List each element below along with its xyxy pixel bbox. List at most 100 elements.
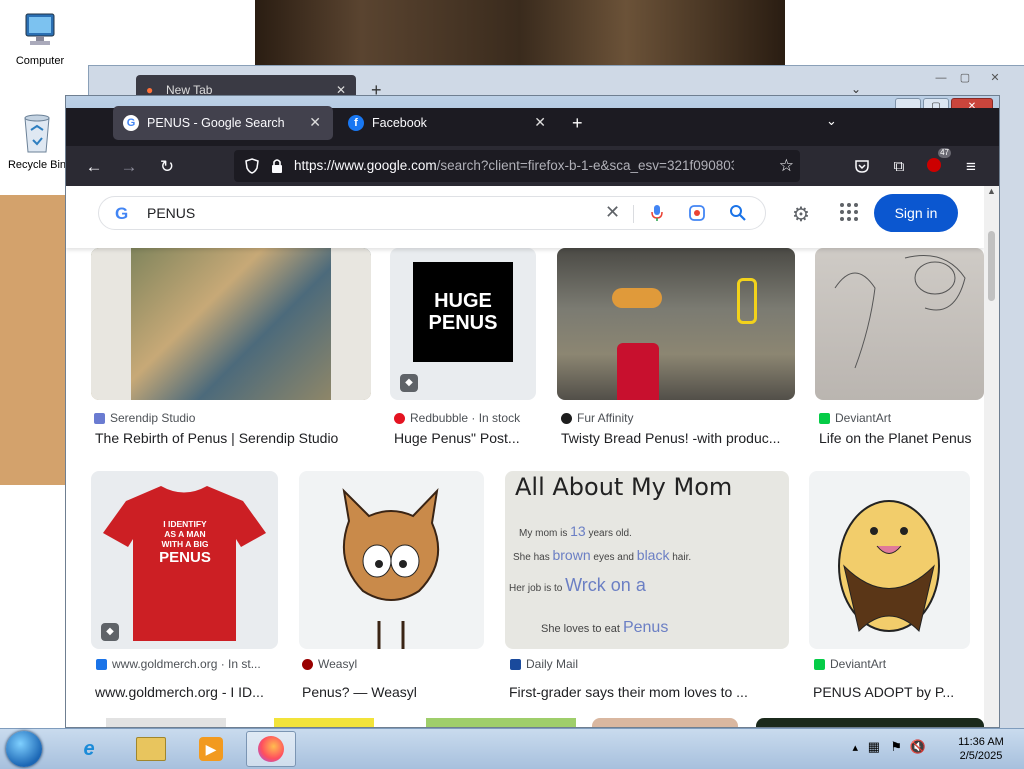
result-title[interactable]: Life on the Planet Penus	[819, 430, 984, 446]
result-thumbnail[interactable]	[815, 248, 984, 400]
result-title[interactable]: PENUS ADOPT by P...	[813, 684, 978, 700]
image-result-partial[interactable]	[106, 718, 226, 727]
result-thumbnail[interactable]	[91, 248, 371, 400]
desktop-icon-recycle-bin[interactable]: Recycle Bin	[2, 110, 72, 171]
result-thumbnail[interactable]: HUGE PENUS ◆	[390, 248, 536, 400]
result-title[interactable]: First-grader says their mom loves to ...	[509, 684, 789, 700]
clear-search-icon[interactable]: ✕	[605, 202, 620, 223]
clock[interactable]: 11:36 AM 2/5/2025	[946, 735, 1016, 763]
firefox-taskbar-icon[interactable]	[246, 731, 296, 767]
network-icon[interactable]: ▦	[868, 739, 880, 755]
divider	[633, 205, 634, 223]
result-thumbnail[interactable]	[809, 471, 970, 649]
url-bar[interactable]: https://www.google.com/search?client=fir…	[234, 150, 800, 182]
facebook-favicon: f	[348, 115, 364, 131]
tab-google-search[interactable]: G PENUS - Google Search ✕	[113, 106, 333, 140]
chevron-down-icon[interactable]: ⌄	[826, 113, 837, 129]
bookmark-star-icon[interactable]: ☆	[779, 150, 794, 182]
search-input[interactable]: PENUS	[147, 205, 195, 221]
lock-icon[interactable]	[270, 158, 284, 174]
result-thumbnail[interactable]	[299, 471, 484, 649]
google-g-icon: G	[115, 204, 129, 223]
forward-arrow-icon[interactable]: →	[118, 156, 140, 178]
image-result[interactable]: All About My Mom My mom is 13 years old.…	[505, 471, 791, 671]
thumb-text: PENUS	[159, 549, 211, 566]
result-title[interactable]: Huge Penus" Post...	[394, 430, 540, 446]
desktop-icon-computer[interactable]: Computer	[5, 8, 75, 67]
result-title[interactable]: www.goldmerch.org - I ID...	[95, 684, 275, 700]
shield-icon[interactable]	[244, 158, 260, 174]
internet-explorer-icon[interactable]: e	[64, 731, 114, 767]
show-hidden-icons-icon[interactable]: ▴	[852, 741, 858, 754]
maximize-button[interactable]: ▢	[953, 70, 977, 86]
microphone-icon[interactable]	[651, 204, 663, 222]
search-icon[interactable]	[729, 204, 747, 222]
recycle-bin-icon	[24, 114, 50, 153]
menu-hamburger-icon[interactable]: ≡	[960, 156, 982, 178]
start-button[interactable]	[6, 731, 42, 767]
thumb-text: black	[636, 547, 670, 563]
result-source[interactable]: Weasyl	[302, 657, 357, 671]
extension-icon[interactable]: 47	[923, 148, 951, 178]
result-source[interactable]: Serendip Studio	[94, 411, 195, 425]
image-result[interactable]: HUGE PENUS ◆ Redbubble · In stock Huge P…	[390, 248, 540, 446]
new-tab-plus-icon[interactable]: +	[572, 113, 583, 134]
image-result-partial[interactable]	[756, 718, 984, 727]
image-result[interactable]: DeviantArt Life on the Planet Penus	[815, 248, 984, 446]
sign-in-button[interactable]: Sign in	[874, 194, 958, 232]
search-box[interactable]: G PENUS ✕	[98, 196, 766, 230]
result-source[interactable]: www.goldmerch.org · In st...	[96, 657, 276, 671]
result-thumbnail[interactable]: All About My Mom My mom is 13 years old.…	[505, 471, 789, 649]
source-name: Serendip Studio	[110, 411, 196, 425]
result-title[interactable]: The Rebirth of Penus | Serendip Studio	[95, 430, 370, 446]
close-tab-icon[interactable]: ✕	[309, 114, 321, 131]
extensions-puzzle-icon[interactable]: ⧉	[888, 156, 910, 178]
result-source[interactable]: DeviantArt	[819, 411, 891, 425]
reload-icon[interactable]: ↻	[156, 156, 178, 178]
tab-title: Facebook	[372, 116, 427, 130]
image-result-partial[interactable]	[274, 718, 374, 727]
image-result-partial[interactable]	[592, 718, 738, 727]
scrollbar-thumb[interactable]	[988, 231, 995, 301]
site-favicon	[394, 412, 405, 424]
file-explorer-icon[interactable]	[126, 731, 176, 767]
image-result[interactable]: Weasyl	[299, 471, 489, 671]
result-source[interactable]: DeviantArt	[814, 657, 886, 671]
site-favicon	[814, 658, 825, 670]
image-result[interactable]: Fur Affinity Twisty Bread Penus! -with p…	[557, 248, 797, 446]
result-title[interactable]: Twisty Bread Penus! -with produc...	[561, 430, 795, 446]
back-arrow-icon[interactable]: ←	[83, 156, 105, 178]
desktop-icon-label: Recycle Bin	[7, 159, 67, 171]
image-result[interactable]: I IDENTIFY AS A MAN WITH A BIG PENUS ◆ w…	[91, 471, 281, 671]
action-center-flag-icon[interactable]: ⚑	[890, 739, 902, 755]
browser-window[interactable]: ▁ ▢ ✕ G PENUS - Google Search ✕ f Facebo…	[65, 95, 1000, 728]
close-button[interactable]: ✕	[983, 70, 1007, 86]
pocket-icon[interactable]	[854, 158, 870, 174]
thumb-text: years old.	[588, 528, 632, 539]
result-title[interactable]: Penus? — Weasyl	[302, 684, 487, 700]
tab-facebook[interactable]: f Facebook ✕	[338, 106, 558, 140]
media-player-icon[interactable]: ▶	[186, 731, 236, 767]
image-result[interactable]: Serendip Studio The Rebirth of Penus | S…	[91, 248, 371, 446]
navigation-toolbar: ← → ↻ https://www.google.com/search?clie…	[66, 146, 999, 186]
image-result-partial[interactable]	[426, 718, 576, 727]
page-scrollbar[interactable]: ▲	[984, 186, 999, 727]
close-tab-icon[interactable]: ✕	[534, 114, 546, 131]
google-apps-icon[interactable]	[840, 203, 858, 221]
result-thumbnail[interactable]: I IDENTIFY AS A MAN WITH A BIG PENUS ◆	[91, 471, 278, 649]
minimize-button[interactable]: —	[929, 70, 953, 86]
scroll-up-icon[interactable]: ▲	[987, 186, 996, 196]
image-result[interactable]: DeviantArt	[809, 471, 984, 671]
lens-camera-icon[interactable]	[688, 204, 706, 222]
settings-gear-icon[interactable]: ⚙	[792, 202, 810, 227]
source-name: Fur Affinity	[577, 411, 634, 425]
clock-date: 2/5/2025	[959, 750, 1003, 762]
site-favicon	[819, 412, 830, 424]
volume-muted-icon[interactable]: 🔇	[910, 739, 926, 755]
chevron-down-icon[interactable]: ⌄	[851, 82, 861, 96]
tab-bar: G PENUS - Google Search ✕ f Facebook ✕ +…	[66, 96, 999, 146]
result-thumbnail[interactable]	[557, 248, 795, 400]
result-source[interactable]: Redbubble · In stock	[394, 411, 520, 425]
result-source[interactable]: Daily Mail	[510, 657, 578, 671]
result-source[interactable]: Fur Affinity	[561, 411, 633, 425]
